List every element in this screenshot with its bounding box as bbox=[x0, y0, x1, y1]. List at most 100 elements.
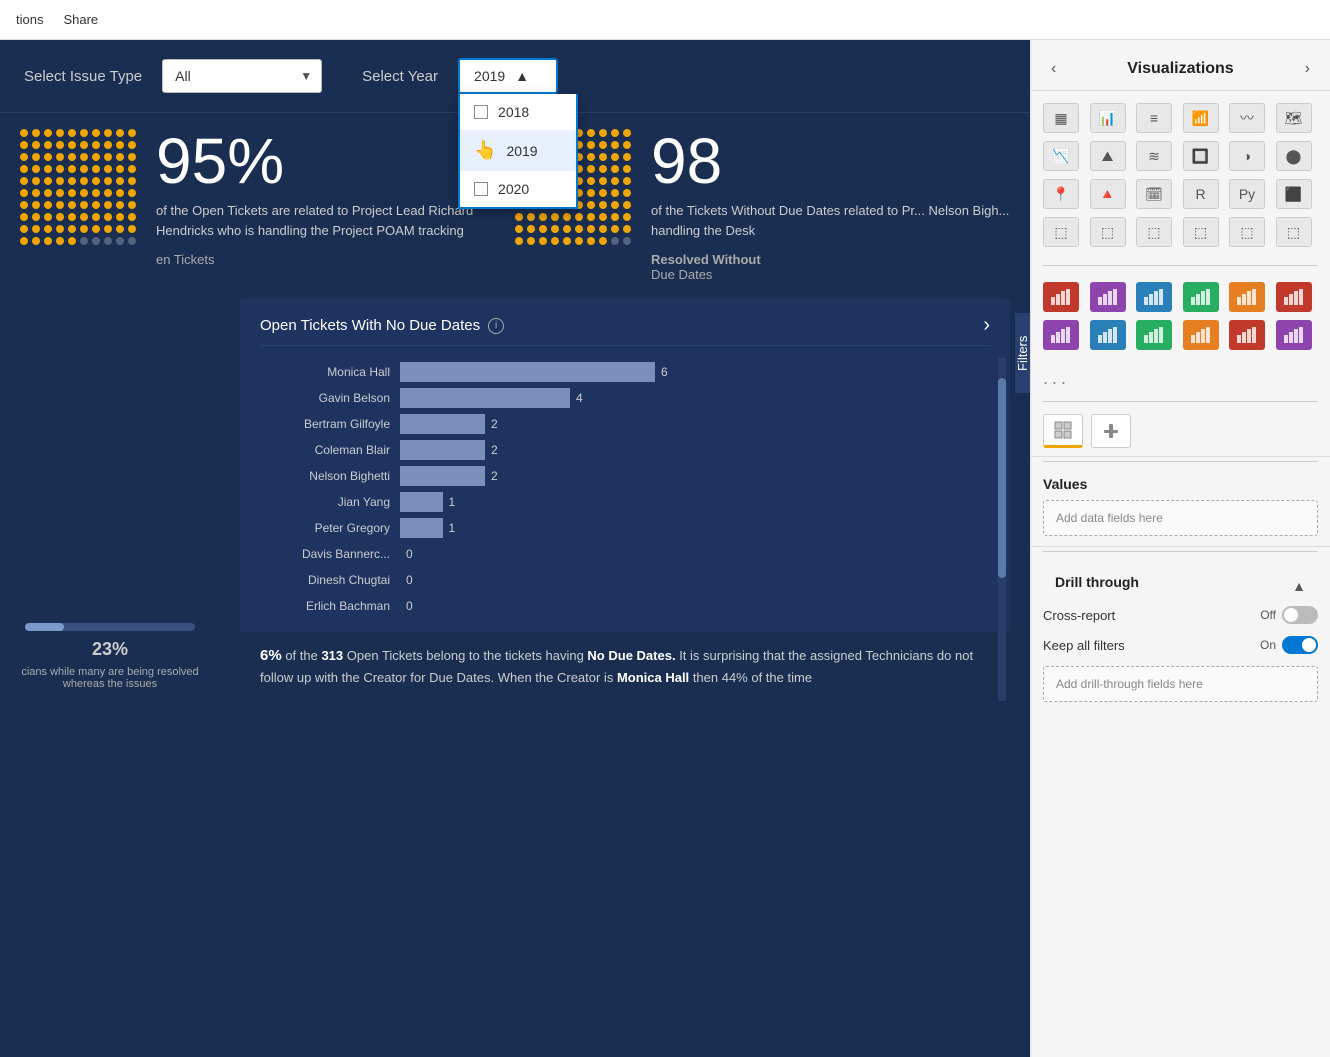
bar-value-7: 0 bbox=[406, 547, 413, 561]
viz-icon-3-4[interactable]: ⬚ bbox=[1229, 217, 1265, 247]
chart-scrollbar[interactable] bbox=[998, 358, 1006, 701]
dot-18 bbox=[116, 141, 124, 149]
viz-panel-expand-btn[interactable]: › bbox=[1301, 56, 1314, 82]
dot-28 bbox=[611, 153, 619, 161]
bar-row: Dinesh Chugtai0 bbox=[260, 570, 990, 590]
viz-icon-2-1[interactable]: 🔺 bbox=[1090, 179, 1126, 209]
custom-viz-grid-2 bbox=[1043, 320, 1318, 350]
bar-value-3: 2 bbox=[491, 443, 498, 457]
viz-icon-3-2[interactable]: ⬚ bbox=[1136, 217, 1172, 247]
drill-through-collapse[interactable]: ▲ bbox=[1292, 578, 1306, 594]
year-option-2019[interactable]: 👆 2019 bbox=[460, 130, 576, 171]
bar-value-0: 6 bbox=[661, 365, 668, 379]
cross-report-row: Cross-report Off bbox=[1043, 606, 1318, 624]
viz-divider-1 bbox=[1043, 265, 1318, 266]
issue-type-select[interactable]: All bbox=[162, 59, 322, 93]
year-select-button[interactable]: 2019 ▲ bbox=[458, 58, 558, 94]
viz-panel: ‹ Visualizations › ▦📊≡📶〰🗺 📉⛰≋🔲◑⬤ 📍🔺🗓RPy⬛… bbox=[1030, 40, 1330, 1057]
year-2018-label: 2018 bbox=[498, 104, 529, 120]
chart-chevron-right[interactable]: › bbox=[983, 314, 990, 337]
custom-tile-1-4[interactable] bbox=[1229, 282, 1265, 312]
top-bar: tions Share bbox=[0, 0, 1330, 40]
kpi-card-2: 98 of the Tickets Without Due Dates rela… bbox=[515, 129, 1010, 282]
drill-through-dropzone[interactable]: Add drill-through fields here bbox=[1043, 666, 1318, 702]
viz-icon-2-2[interactable]: 🗓 bbox=[1136, 179, 1172, 209]
viz-icon-1-4[interactable]: ◑ bbox=[1229, 141, 1265, 171]
viz-icon-1-0[interactable]: 📉 bbox=[1043, 141, 1079, 171]
dot-78 bbox=[611, 213, 619, 221]
dot-99 bbox=[128, 237, 136, 245]
scrollbar-thumb[interactable] bbox=[998, 378, 1006, 578]
custom-tile-2-5[interactable] bbox=[1276, 320, 1312, 350]
viz-panel-collapse-btn[interactable]: ‹ bbox=[1047, 56, 1060, 82]
viz-icon-1-5[interactable]: ⬤ bbox=[1276, 141, 1312, 171]
chart-info-icon[interactable]: i bbox=[488, 318, 504, 334]
viz-format-btn[interactable] bbox=[1091, 414, 1131, 448]
year-dropdown-wrapper[interactable]: 2019 ▲ 2018 👆 2019 2020 bbox=[458, 58, 558, 94]
year-option-2018[interactable]: 2018 bbox=[460, 94, 576, 130]
dot-38 bbox=[116, 165, 124, 173]
dot-82 bbox=[539, 225, 547, 233]
stat-bar-fill bbox=[25, 623, 64, 631]
dot-85 bbox=[80, 225, 88, 233]
filters-vertical-label[interactable]: Filters bbox=[1015, 313, 1030, 393]
topbar-item-share[interactable]: Share bbox=[63, 12, 98, 27]
dot-92 bbox=[44, 237, 52, 245]
viz-icon-1-3[interactable]: 🔲 bbox=[1183, 141, 1219, 171]
viz-icon-0-1[interactable]: 📊 bbox=[1090, 103, 1126, 133]
dot-23 bbox=[56, 153, 64, 161]
viz-icon-1-1[interactable]: ⛰ bbox=[1090, 141, 1126, 171]
viz-fields-btn[interactable] bbox=[1043, 414, 1083, 448]
dot-69 bbox=[623, 201, 631, 209]
dot-90 bbox=[515, 237, 523, 245]
dot-74 bbox=[563, 213, 571, 221]
viz-icon-2-0[interactable]: 📍 bbox=[1043, 179, 1079, 209]
bar-value-8: 0 bbox=[406, 573, 413, 587]
viz-icon-3-3[interactable]: ⬚ bbox=[1183, 217, 1219, 247]
dot-88 bbox=[116, 225, 124, 233]
custom-tile-2-2[interactable] bbox=[1136, 320, 1172, 350]
viz-icon-0-3[interactable]: 📶 bbox=[1183, 103, 1219, 133]
custom-tile-2-4[interactable] bbox=[1229, 320, 1265, 350]
viz-icon-1-2[interactable]: ≋ bbox=[1136, 141, 1172, 171]
dot-65 bbox=[80, 201, 88, 209]
viz-icon-2-5[interactable]: ⬛ bbox=[1276, 179, 1312, 209]
custom-tile-1-2[interactable] bbox=[1136, 282, 1172, 312]
viz-icon-3-0[interactable]: ⬚ bbox=[1043, 217, 1079, 247]
bar-row: Monica Hall6 bbox=[260, 362, 990, 382]
viz-icon-3-5[interactable]: ⬚ bbox=[1276, 217, 1312, 247]
viz-icon-0-5[interactable]: 🗺 bbox=[1276, 103, 1312, 133]
cross-report-toggle[interactable] bbox=[1282, 606, 1318, 624]
dot-69 bbox=[128, 201, 136, 209]
chart-title: Open Tickets With No Due Dates i bbox=[260, 317, 504, 334]
year-option-2020[interactable]: 2020 bbox=[460, 171, 576, 207]
viz-values-dropzone[interactable]: Add data fields here bbox=[1043, 500, 1318, 536]
dot-40 bbox=[20, 177, 28, 185]
viz-icon-2-3[interactable]: R bbox=[1183, 179, 1219, 209]
custom-tile-1-5[interactable] bbox=[1276, 282, 1312, 312]
dot-72 bbox=[539, 213, 547, 221]
dot-81 bbox=[32, 225, 40, 233]
keep-filters-toggle[interactable] bbox=[1282, 636, 1318, 654]
custom-tile-1-0[interactable] bbox=[1043, 282, 1079, 312]
custom-tile-1-3[interactable] bbox=[1183, 282, 1219, 312]
viz-icon-3-1[interactable]: ⬚ bbox=[1090, 217, 1126, 247]
viz-icon-2-4[interactable]: Py bbox=[1229, 179, 1265, 209]
dot-19 bbox=[128, 141, 136, 149]
viz-icon-0-2[interactable]: ≡ bbox=[1136, 103, 1172, 133]
topbar-item-tions[interactable]: tions bbox=[16, 12, 43, 27]
viz-icon-0-4[interactable]: 〰 bbox=[1229, 103, 1265, 133]
dot-94 bbox=[563, 237, 571, 245]
custom-tile-2-1[interactable] bbox=[1090, 320, 1126, 350]
viz-icon-0-0[interactable]: ▦ bbox=[1043, 103, 1079, 133]
bar-row: Gavin Belson4 bbox=[260, 388, 990, 408]
kpi-number-2: 98 bbox=[651, 129, 1010, 193]
custom-tile-2-3[interactable] bbox=[1183, 320, 1219, 350]
dot-89 bbox=[128, 225, 136, 233]
custom-tile-2-0[interactable] bbox=[1043, 320, 1079, 350]
custom-tile-1-1[interactable] bbox=[1090, 282, 1126, 312]
dot-48 bbox=[611, 177, 619, 185]
issue-type-dropdown-wrapper[interactable]: All ▼ bbox=[162, 59, 322, 93]
viz-divider-4 bbox=[1043, 551, 1318, 552]
dot-75 bbox=[575, 213, 583, 221]
